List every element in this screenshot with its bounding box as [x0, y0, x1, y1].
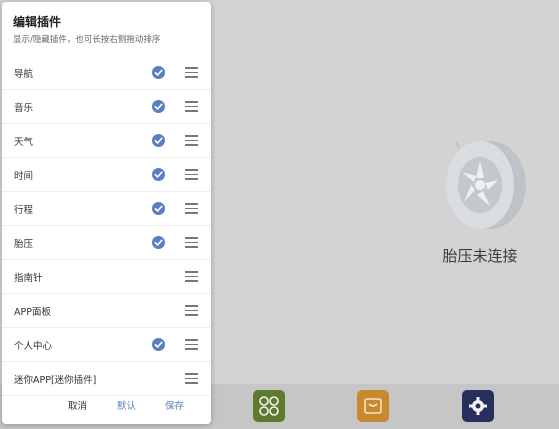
checkmark-icon[interactable]: [152, 338, 165, 351]
plugin-row[interactable]: 胎压: [2, 226, 211, 260]
plugin-row[interactable]: APP面板: [2, 294, 211, 328]
plugin-row[interactable]: 个人中心: [2, 328, 211, 362]
checkmark-icon[interactable]: [152, 134, 165, 147]
plugin-row[interactable]: 音乐: [2, 90, 211, 124]
plugin-name: 胎压: [14, 239, 34, 250]
dialog-title: 编辑插件: [13, 15, 62, 29]
drag-handle-icon[interactable]: [185, 67, 198, 78]
dialog-footer: 取消 默认 保存: [2, 392, 211, 422]
tire-icon: [446, 141, 526, 229]
drag-handle-icon[interactable]: [185, 203, 198, 214]
plugin-name: 天气: [14, 137, 34, 148]
plugin-list: 导航音乐天气时间行程胎压指南针 APP面板个人中心迷你APP[迷你插件]: [2, 56, 211, 396]
plugin-row[interactable]: 迷你APP[迷你插件]: [2, 362, 211, 396]
plugin-row[interactable]: 指南针: [2, 260, 211, 294]
plugin-row[interactable]: 行程: [2, 192, 211, 226]
plugin-name: 时间: [14, 171, 34, 182]
drag-handle-icon[interactable]: [185, 305, 198, 316]
bag-icon[interactable]: [357, 390, 389, 422]
save-button[interactable]: 保存: [165, 398, 184, 412]
dialog-subtitle: 显示/隐藏插件，也可长按右侧拖动排序: [13, 35, 161, 45]
drag-handle-icon[interactable]: [185, 271, 198, 282]
plugin-name: APP面板: [14, 307, 51, 318]
checkmark-icon[interactable]: [152, 236, 165, 249]
plugin-row[interactable]: 天气: [2, 124, 211, 158]
apps-icon[interactable]: [253, 390, 285, 422]
drag-handle-icon[interactable]: [185, 339, 198, 350]
default-button[interactable]: 默认: [117, 398, 136, 412]
drag-handle-icon[interactable]: [185, 135, 198, 146]
cancel-button[interactable]: 取消: [68, 398, 87, 412]
plugin-name: 导航: [14, 69, 34, 80]
drag-handle-icon[interactable]: [185, 373, 198, 384]
plugin-name: 迷你APP[迷你插件]: [14, 375, 97, 386]
drag-handle-icon[interactable]: [185, 169, 198, 180]
checkmark-icon[interactable]: [152, 100, 165, 113]
plugin-name: 音乐: [14, 103, 34, 114]
settings-gear-icon[interactable]: [462, 390, 494, 422]
checkmark-icon[interactable]: [152, 168, 165, 181]
plugin-name: 行程: [14, 205, 34, 216]
plugin-name: 个人中心: [14, 341, 53, 352]
checkmark-icon[interactable]: [152, 66, 165, 79]
edit-plugins-dialog: 编辑插件 显示/隐藏插件，也可长按右侧拖动排序 导航音乐天气时间行程胎压指南针 A…: [2, 2, 211, 424]
tire-pressure-status: 胎压未连接: [442, 247, 518, 265]
checkmark-icon[interactable]: [152, 202, 165, 215]
drag-handle-icon[interactable]: [185, 101, 198, 112]
plugin-row[interactable]: 时间: [2, 158, 211, 192]
plugin-name: 指南针: [14, 273, 43, 284]
drag-handle-icon[interactable]: [185, 237, 198, 248]
plugin-row[interactable]: 导航: [2, 56, 211, 90]
